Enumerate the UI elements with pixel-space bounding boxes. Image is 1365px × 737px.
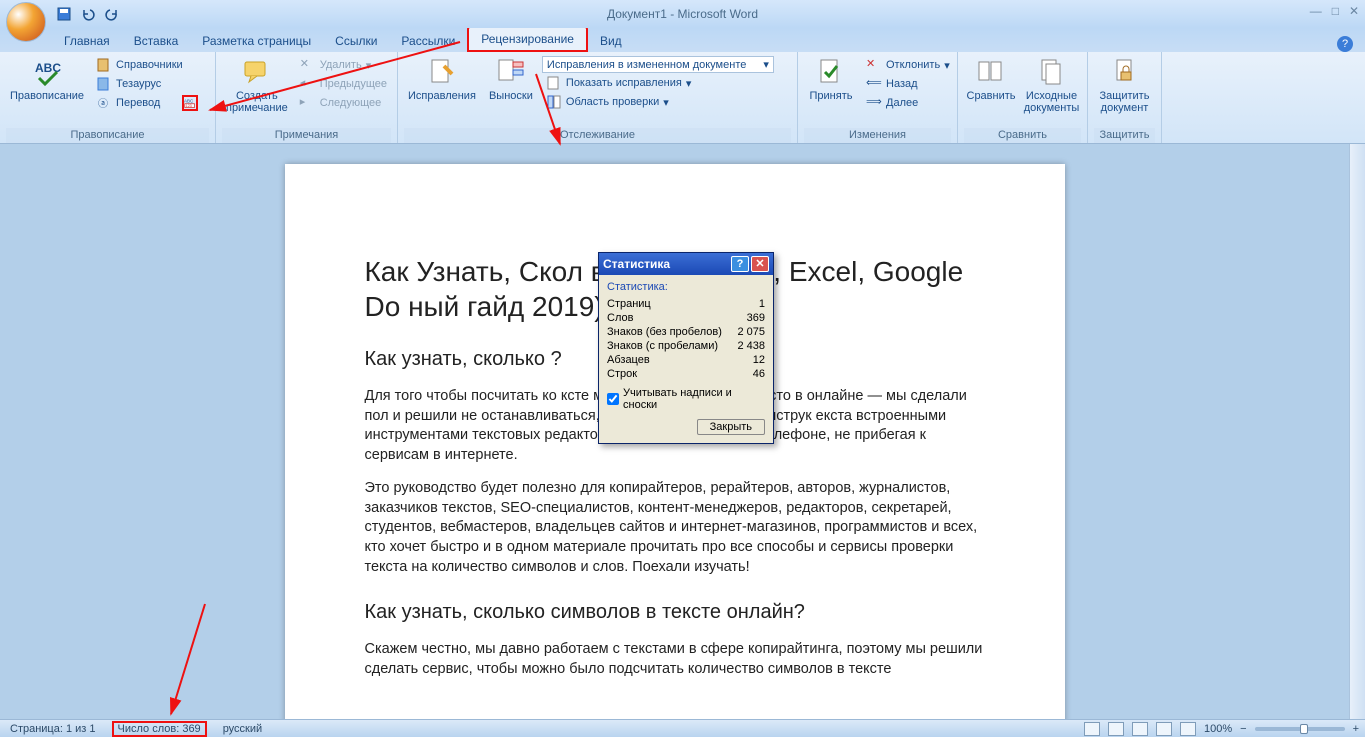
thesaurus-icon [96,76,112,92]
spellcheck-button[interactable]: ABC Правописание [6,54,88,104]
stat-row: Строк46 [607,367,765,381]
tab-references[interactable]: Ссылки [323,30,389,52]
group-compare-label: Сравнить [964,128,1081,143]
stat-row: Знаков (без пробелов)2 075 [607,325,765,339]
new-comment-label: Создать примечание [226,90,288,114]
reject-icon: ✕ [866,57,882,73]
markup-icon [546,75,562,91]
view-draft-button[interactable] [1180,722,1196,736]
view-full-screen-button[interactable] [1108,722,1124,736]
research-button[interactable]: Справочники [92,56,202,74]
prev-change-icon: ⟸ [866,76,882,92]
pane-icon [546,94,562,110]
translate-icon: ⓐ [96,95,112,111]
prev-comment-button[interactable]: ◂Предыдущее [296,75,391,93]
balloons-button[interactable]: Выноски [484,54,538,104]
group-proofing-label: Правописание [6,128,209,143]
tab-insert[interactable]: Вставка [122,30,191,52]
dialog-title: Статистика [603,257,670,271]
next-comment-button[interactable]: ▸Следующее [296,94,391,112]
zoom-in-button[interactable]: + [1353,723,1359,735]
zoom-slider[interactable] [1255,727,1345,731]
dialog-help-button[interactable]: ? [731,256,749,272]
tab-layout[interactable]: Разметка страницы [190,30,323,52]
dialog-titlebar[interactable]: Статистика ? ✕ [599,253,773,275]
translate-button[interactable]: ⓐПеревод ABC123 [92,94,202,112]
minimize-button[interactable]: — [1310,4,1322,18]
show-markup-button[interactable]: Показать исправления ▾ [542,74,791,92]
help-icon[interactable]: ? [1337,36,1353,52]
svg-text:ⓐ: ⓐ [98,98,108,110]
view-print-layout-button[interactable] [1084,722,1100,736]
accept-button[interactable]: Принять [804,54,858,104]
next-icon: ▸ [300,95,316,111]
prev-change-button[interactable]: ⟸Назад [862,75,954,93]
zoom-value[interactable]: 100% [1204,723,1232,735]
reviewing-pane-button[interactable]: Область проверки ▾ [542,93,791,111]
statistics-dialog: Статистика ? ✕ Статистика: Страниц1 Слов… [598,252,774,444]
tab-view[interactable]: Вид [588,30,634,52]
new-comment-button[interactable]: Создать примечание [222,54,292,116]
doc-paragraph: Скажем честно, мы давно работаем с текст… [365,640,985,679]
group-tracking-label: Отслеживание [404,128,791,143]
status-language[interactable]: русский [219,723,266,735]
delete-icon: ✕ [300,57,316,73]
group-comments-label: Примечания [222,128,391,143]
next-change-icon: ⟹ [866,95,882,111]
compare-button[interactable]: Сравнить [964,54,1018,104]
view-web-layout-button[interactable] [1132,722,1148,736]
status-page[interactable]: Страница: 1 из 1 [6,723,100,735]
source-docs-button[interactable]: Исходные документы [1022,54,1081,116]
dialog-close-button[interactable]: ✕ [751,256,769,272]
vertical-scrollbar[interactable] [1349,144,1365,719]
window-title: Документ1 - Microsoft Word [607,7,758,21]
stat-row: Абзацев12 [607,353,765,367]
group-changes-label: Изменения [804,128,951,143]
delete-comment-button[interactable]: ✕Удалить ▾ [296,56,391,74]
undo-icon[interactable] [80,6,96,22]
dialog-close-action[interactable]: Закрыть [697,419,765,435]
stat-row: Знаков (с пробелами)2 438 [607,339,765,353]
view-outline-button[interactable] [1156,722,1172,736]
checkbox-input[interactable] [607,393,619,405]
wordcount-button[interactable]: ABC123 [182,95,198,111]
office-button[interactable] [6,2,46,42]
prev-icon: ◂ [300,76,316,92]
display-for-review-dropdown[interactable]: Исправления в измененном документе▾ [542,56,774,73]
close-button[interactable]: ✕ [1349,4,1359,18]
track-changes-button[interactable]: Исправления [404,54,480,104]
reject-button[interactable]: ✕Отклонить ▾ [862,56,954,74]
status-word-count[interactable]: Число слов: 369 [112,721,207,737]
doc-paragraph: Это руководство будет полезно для копира… [365,479,985,577]
book-icon [96,57,112,73]
doc-heading-2b: Как узнать, сколько символов в тексте он… [365,601,985,624]
stat-row: Слов369 [607,311,765,325]
save-icon[interactable] [56,6,72,22]
group-protect-label: Защитить [1094,128,1155,143]
thesaurus-button[interactable]: Тезаурус [92,75,202,93]
redo-icon[interactable] [104,6,120,22]
tab-mailings[interactable]: Рассылки [389,30,467,52]
include-textboxes-checkbox[interactable]: Учитывать надписи и сноски [607,387,765,411]
svg-text:ABC: ABC [184,98,194,103]
tab-review[interactable]: Рецензирование [467,26,588,52]
spellcheck-label: Правописание [10,90,84,102]
zoom-out-button[interactable]: − [1240,723,1246,735]
tab-home[interactable]: Главная [52,30,122,52]
dialog-heading: Статистика: [607,281,765,293]
maximize-button[interactable]: □ [1332,4,1339,18]
next-change-button[interactable]: ⟹Далее [862,94,954,112]
protect-button[interactable]: Защитить документ [1094,54,1155,116]
stat-row: Страниц1 [607,297,765,311]
svg-text:123: 123 [186,104,192,108]
